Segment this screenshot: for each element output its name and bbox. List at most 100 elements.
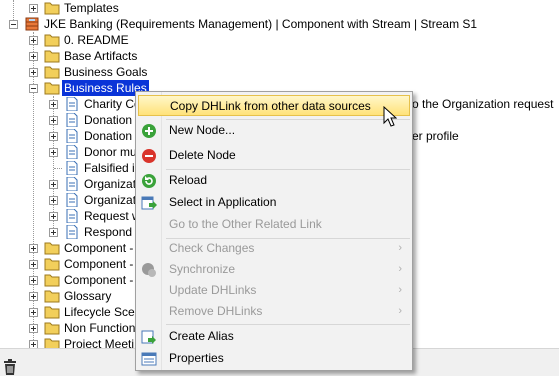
- tree-item-label: Request w: [84, 209, 141, 223]
- folder-open-icon: [44, 82, 60, 95]
- tree-item-label: Lifecycle Scen: [64, 305, 142, 319]
- add-icon: [142, 124, 156, 138]
- document-icon: [66, 145, 78, 159]
- menu-item-label: New Node...: [169, 123, 236, 137]
- menu-item-label: Check Changes: [169, 241, 255, 255]
- folder-icon: [44, 66, 60, 79]
- tree-item-label: Templates: [64, 1, 119, 15]
- expand-toggle[interactable]: [29, 276, 38, 285]
- database-icon: [25, 17, 39, 31]
- delete-icon: [142, 149, 156, 163]
- mouse-cursor-icon: [383, 106, 397, 127]
- expand-toggle[interactable]: [29, 244, 38, 253]
- folder-icon: [44, 50, 60, 63]
- expand-toggle[interactable]: [49, 212, 58, 221]
- tree-item-label: Donation: [84, 113, 133, 127]
- collapse-toggle[interactable]: [9, 20, 18, 29]
- tree-item-label: Donor mu: [84, 145, 137, 159]
- tree-item-label-overflow: o the Organization request: [412, 97, 554, 111]
- tree-item-label: Organizat: [84, 193, 137, 207]
- tree-item-label: 0. README: [64, 33, 129, 47]
- tree-item-label: Charity Co: [84, 97, 141, 111]
- document-icon: [66, 193, 78, 207]
- tree-item-label: Base Artifacts: [64, 49, 138, 63]
- tree-item-label: Respond t: [84, 225, 139, 239]
- document-icon: [66, 113, 78, 127]
- expand-toggle[interactable]: [29, 68, 38, 77]
- expand-toggle[interactable]: [49, 116, 58, 125]
- submenu-arrow-icon: ›: [398, 242, 402, 254]
- tree-item-label: Non Function: [64, 321, 136, 335]
- document-icon: [66, 225, 78, 239]
- select-in-app-icon: [141, 196, 157, 210]
- tree-item-label: Business Goals: [64, 65, 148, 79]
- document-icon: [66, 97, 78, 111]
- create-alias-icon: [141, 330, 156, 344]
- folder-icon: [44, 290, 60, 303]
- tree-item-label-overflow: er profile: [412, 129, 459, 143]
- menu-item-new-node[interactable]: New Node...: [138, 120, 410, 141]
- expand-toggle[interactable]: [49, 132, 58, 141]
- menu-item-label: Copy DHLink from other data sources: [170, 99, 371, 113]
- folder-icon: [44, 242, 60, 255]
- expand-toggle[interactable]: [29, 260, 38, 269]
- synchronize-icon: [142, 263, 156, 277]
- tree-item-label: Organizat: [84, 177, 137, 191]
- menu-separator: [166, 324, 410, 325]
- menu-item-label: Synchronize: [169, 262, 236, 276]
- tree-item-label: Falsified in: [84, 161, 142, 175]
- menu-item-copy-dhlink[interactable]: Copy DHLink from other data sources: [138, 95, 410, 116]
- folder-icon: [44, 258, 60, 271]
- tree-item-label: Component -: [64, 273, 134, 287]
- tree-connector: [54, 168, 62, 169]
- menu-item-select-in-application[interactable]: Select in Application: [138, 192, 410, 213]
- folder-icon: [44, 34, 60, 47]
- expand-toggle[interactable]: [49, 180, 58, 189]
- submenu-arrow-icon: ›: [398, 305, 402, 317]
- menu-item-label: Remove DHLinks: [169, 304, 263, 318]
- menu-item-label: Create Alias: [169, 329, 234, 343]
- tree-item-label: JKE Banking (Requirements Management) | …: [44, 17, 478, 31]
- menu-item-go-to-other-related-link[interactable]: Go to the Other Related Link: [138, 214, 410, 235]
- menu-item-label: Update DHLinks: [169, 283, 257, 297]
- menu-item-reload[interactable]: Reload: [138, 170, 410, 191]
- menu-item-remove-dhlinks[interactable]: Remove DHLinks ›: [138, 301, 410, 322]
- expand-toggle[interactable]: [49, 100, 58, 109]
- tree-item-label: Component -: [64, 257, 134, 271]
- collapse-toggle[interactable]: [29, 84, 38, 93]
- expand-toggle[interactable]: [49, 196, 58, 205]
- expand-toggle[interactable]: [29, 324, 38, 333]
- folder-icon: [44, 306, 60, 319]
- trash-icon[interactable]: [2, 359, 18, 375]
- menu-item-synchronize[interactable]: Synchronize ›: [138, 259, 410, 280]
- folder-icon: [44, 274, 60, 287]
- folder-icon: [44, 322, 60, 335]
- tree-item-label: Glossary: [64, 289, 112, 303]
- expand-toggle[interactable]: [29, 4, 38, 13]
- menu-item-update-dhlinks[interactable]: Update DHLinks ›: [138, 280, 410, 301]
- document-icon: [66, 209, 78, 223]
- menu-item-label: Reload: [169, 173, 208, 187]
- menu-item-label: Select in Application: [169, 195, 277, 209]
- menu-item-create-alias[interactable]: Create Alias: [138, 326, 410, 347]
- expand-toggle[interactable]: [49, 148, 58, 157]
- document-icon: [66, 129, 78, 143]
- submenu-arrow-icon: ›: [398, 263, 402, 275]
- context-menu: Copy DHLink from other data sources New …: [135, 91, 413, 371]
- menu-item-label: Delete Node: [169, 148, 236, 162]
- expand-toggle[interactable]: [29, 308, 38, 317]
- document-icon: [66, 177, 78, 191]
- expand-toggle[interactable]: [29, 292, 38, 301]
- menu-item-properties[interactable]: Properties: [138, 348, 410, 369]
- expand-toggle[interactable]: [29, 36, 38, 45]
- menu-item-label: Go to the Other Related Link: [169, 217, 322, 231]
- menu-item-label: Properties: [169, 351, 224, 365]
- menu-item-check-changes[interactable]: Check Changes ›: [138, 238, 410, 259]
- properties-icon: [141, 352, 157, 366]
- expand-toggle[interactable]: [29, 52, 38, 61]
- menu-item-delete-node[interactable]: Delete Node: [138, 145, 410, 166]
- reload-icon: [142, 174, 156, 188]
- expand-toggle[interactable]: [49, 228, 58, 237]
- folder-icon: [44, 2, 60, 15]
- submenu-arrow-icon: ›: [398, 284, 402, 296]
